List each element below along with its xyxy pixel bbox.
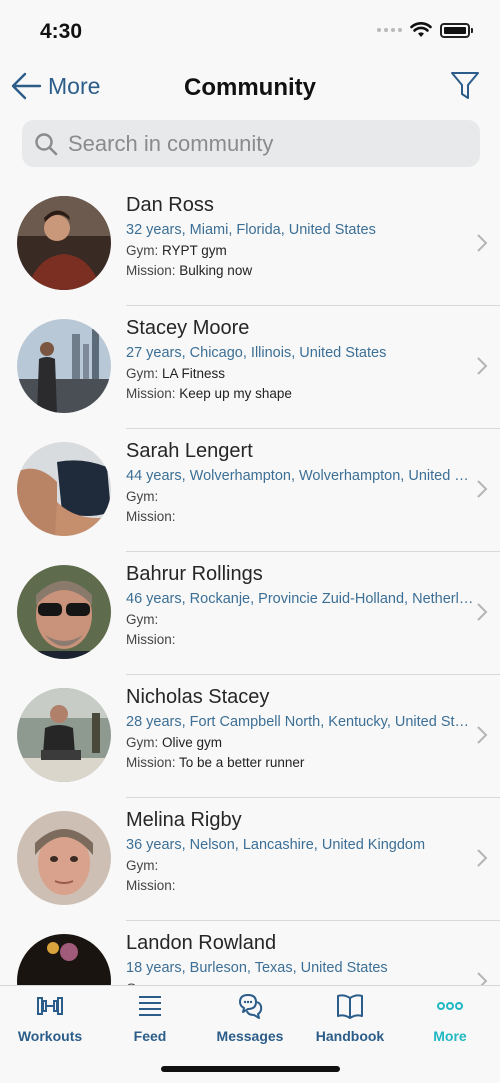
nav-bar: More Community: [0, 62, 500, 118]
member-list[interactable]: Dan Ross 32 years, Miami, Florida, Unite…: [0, 183, 500, 985]
member-row[interactable]: Bahrur Rollings 46 years, Rockanje, Prov…: [0, 552, 500, 675]
battery-icon: [440, 22, 473, 38]
mission-value: To be a better runner: [179, 755, 305, 770]
member-name: Bahrur Rollings: [126, 563, 263, 585]
member-location: 27 years, Chicago, Illinois, United Stat…: [126, 345, 387, 361]
member-row[interactable]: Sarah Lengert 44 years, Wolverhampton, W…: [0, 429, 500, 552]
member-location: 44 years, Wolverhampton, Wolverhampton, …: [126, 468, 476, 484]
member-row[interactable]: Nicholas Stacey 28 years, Fort Campbell …: [0, 675, 500, 798]
status-icons: [377, 22, 473, 38]
tab-feed[interactable]: Feed: [100, 992, 200, 1044]
mission-label: Mission:: [126, 509, 176, 524]
avatar: [17, 565, 111, 659]
chevron-right-icon: [477, 357, 488, 375]
mission-value: Keep up my shape: [179, 386, 292, 401]
back-label: More: [48, 72, 101, 99]
member-location: 18 years, Burleson, Texas, United States: [126, 960, 388, 976]
tab-more[interactable]: More: [400, 992, 500, 1044]
home-indicator[interactable]: [161, 1066, 340, 1072]
member-name: Dan Ross: [126, 194, 214, 216]
gym-value: RYPT gym: [162, 243, 227, 258]
status-time: 4:30: [40, 20, 83, 43]
dumbbell-icon: [37, 997, 63, 1015]
member-location: 46 years, Rockanje, Provincie Zuid-Holla…: [126, 591, 476, 607]
chevron-right-icon: [477, 972, 488, 985]
member-gym: Gym: Olive gym: [126, 735, 222, 750]
tab-label: More: [433, 1028, 467, 1044]
chevron-right-icon: [477, 849, 488, 867]
search-box[interactable]: [22, 120, 480, 167]
member-gym: Gym: LA Fitness: [126, 366, 225, 381]
avatar: [17, 934, 111, 985]
tab-label: Feed: [133, 1028, 167, 1044]
book-icon: [337, 994, 363, 1019]
search-icon: [35, 132, 58, 155]
member-name: Stacey Moore: [126, 317, 250, 339]
member-mission: Mission: To be a better runner: [126, 755, 304, 770]
member-location: 36 years, Nelson, Lancashire, United Kin…: [126, 837, 426, 853]
member-row[interactable]: Stacey Moore 27 years, Chicago, Illinois…: [0, 306, 500, 429]
avatar: [17, 688, 111, 782]
back-button[interactable]: More: [10, 70, 100, 102]
member-row[interactable]: Dan Ross 32 years, Miami, Florida, Unite…: [0, 183, 500, 306]
back-arrow-icon: [11, 72, 42, 100]
mission-label: Mission:: [126, 263, 176, 278]
member-location: 28 years, Fort Campbell North, Kentucky,…: [126, 714, 476, 730]
filter-button[interactable]: [450, 70, 480, 107]
gym-label: Gym:: [126, 735, 159, 750]
tab-handbook[interactable]: Handbook: [300, 992, 400, 1044]
filter-icon: [451, 72, 479, 99]
chevron-right-icon: [477, 726, 488, 744]
tab-label: Handbook: [315, 1028, 385, 1044]
status-bar: 4:30: [0, 0, 500, 60]
avatar: [17, 196, 111, 290]
chevron-right-icon: [477, 480, 488, 498]
avatar: [17, 442, 111, 536]
gym-label: Gym:: [126, 366, 159, 381]
member-gym: Gym:: [126, 858, 158, 873]
chevron-right-icon: [477, 234, 488, 252]
member-gym: Gym:: [126, 612, 158, 627]
gym-label: Gym:: [126, 612, 159, 627]
member-mission: Mission:: [126, 509, 176, 524]
member-location: 32 years, Miami, Florida, United States: [126, 222, 376, 238]
gym-value: LA Fitness: [162, 366, 226, 381]
member-mission: Mission:: [126, 632, 176, 647]
gym-label: Gym:: [126, 489, 159, 504]
more-icon: [437, 1002, 463, 1010]
member-row[interactable]: Melina Rigby 36 years, Nelson, Lancashir…: [0, 798, 500, 921]
member-mission: Mission:: [126, 878, 176, 893]
search-input[interactable]: [68, 130, 448, 157]
member-name: Nicholas Stacey: [126, 686, 270, 708]
avatar: [17, 319, 111, 413]
member-name: Melina Rigby: [126, 809, 242, 831]
tab-label: Workouts: [17, 1028, 83, 1044]
member-row[interactable]: Landon Rowland 18 years, Burleson, Texas…: [0, 921, 500, 985]
feed-icon: [139, 996, 161, 1016]
member-name: Landon Rowland: [126, 932, 277, 954]
gym-label: Gym:: [126, 858, 159, 873]
avatar: [17, 811, 111, 905]
mission-label: Mission:: [126, 632, 176, 647]
mission-value: Bulking now: [179, 263, 253, 278]
member-mission: Mission: Keep up my shape: [126, 386, 292, 401]
tab-label: Messages: [216, 1028, 284, 1044]
tab-messages[interactable]: Messages: [200, 992, 300, 1044]
gym-label: Gym:: [126, 243, 159, 258]
mission-label: Mission:: [126, 755, 176, 770]
member-gym: Gym: RYPT gym: [126, 243, 227, 258]
member-name: Sarah Lengert: [126, 440, 253, 462]
signal-icon: [377, 28, 402, 32]
tab-workouts[interactable]: Workouts: [0, 992, 100, 1044]
mission-label: Mission:: [126, 386, 176, 401]
gym-value: Olive gym: [162, 735, 223, 750]
wifi-icon: [410, 22, 432, 37]
messages-icon: [239, 994, 263, 1019]
mission-label: Mission:: [126, 878, 176, 893]
chevron-right-icon: [477, 603, 488, 621]
member-gym: Gym:: [126, 489, 158, 504]
member-mission: Mission: Bulking now: [126, 263, 252, 278]
